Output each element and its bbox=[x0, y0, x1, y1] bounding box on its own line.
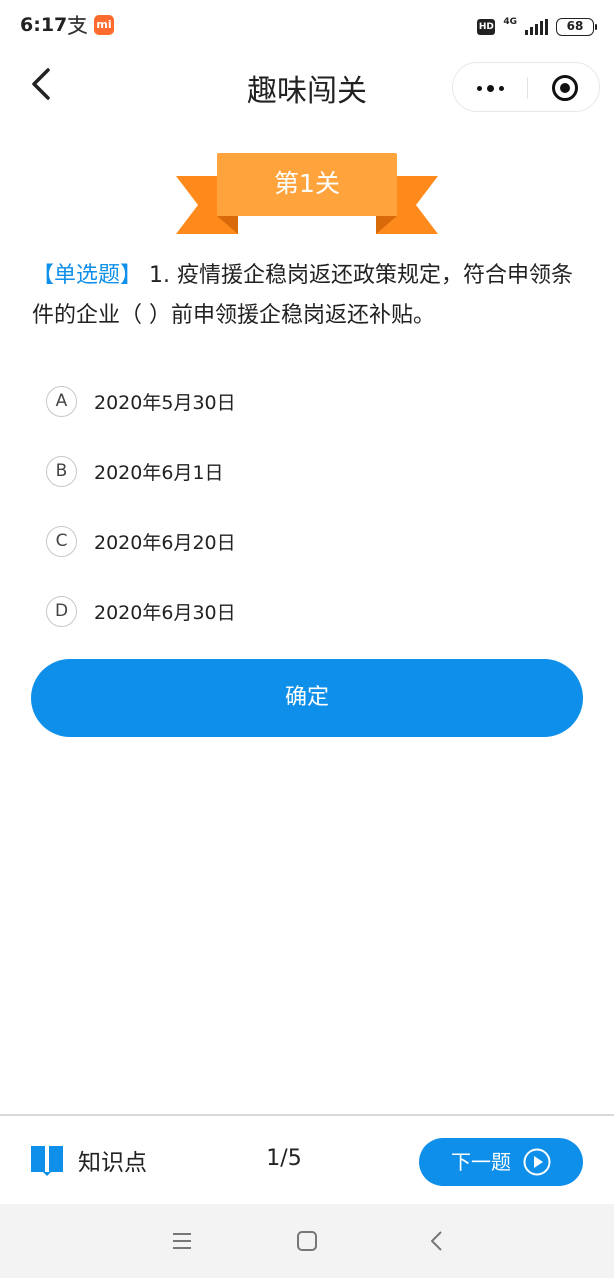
option-text: 2020年6月1日 bbox=[94, 461, 224, 484]
next-label: 下一题 bbox=[451, 1150, 511, 1174]
option-letter: B bbox=[46, 455, 77, 487]
nav-bar: 趣味闯关 bbox=[0, 56, 614, 120]
level-label: 第1关 bbox=[274, 169, 340, 198]
mi-app-icon: mi bbox=[94, 15, 114, 35]
mini-program-capsule bbox=[452, 62, 600, 112]
more-button[interactable] bbox=[453, 63, 527, 113]
options-list: A 2020年5月30日 B 2020年6月1日 C 2020年6月20日 D … bbox=[46, 366, 566, 646]
level-ribbon: 第1关 bbox=[176, 152, 438, 234]
status-indicators: HD 4G 68 bbox=[477, 16, 597, 38]
option-text: 2020年6月30日 bbox=[94, 601, 236, 624]
square-icon[interactable] bbox=[294, 1228, 320, 1254]
status-bar: 6:17 mi HD 4G 68 bbox=[0, 0, 614, 56]
battery-icon: 68 bbox=[556, 18, 597, 36]
confirm-button[interactable]: 确定 bbox=[31, 659, 583, 737]
alipay-icon bbox=[68, 15, 87, 35]
question-type-label: 【单选题】 bbox=[32, 263, 143, 288]
question-progress: 1/5 bbox=[266, 1146, 302, 1171]
option-text: 2020年6月20日 bbox=[94, 531, 236, 554]
knowledge-label: 知识点 bbox=[78, 1150, 147, 1176]
knowledge-button[interactable]: 知识点 bbox=[30, 1142, 147, 1178]
status-time: 6:17 bbox=[20, 14, 68, 36]
play-circle-icon bbox=[523, 1148, 551, 1176]
book-icon bbox=[31, 1146, 63, 1176]
option-d[interactable]: D 2020年6月30日 bbox=[46, 576, 566, 646]
menu-icon[interactable] bbox=[169, 1228, 195, 1254]
option-letter: D bbox=[46, 595, 77, 627]
close-button[interactable] bbox=[528, 63, 601, 113]
option-text: 2020年5月30日 bbox=[94, 391, 236, 414]
option-a[interactable]: A 2020年5月30日 bbox=[46, 366, 566, 436]
option-letter: C bbox=[46, 525, 77, 557]
network-label: 4G bbox=[503, 16, 517, 27]
option-letter: A bbox=[46, 385, 77, 417]
option-b[interactable]: B 2020年6月1日 bbox=[46, 436, 566, 506]
hd-badge: HD bbox=[477, 19, 496, 35]
question-text: 【单选题】 1. 疫情援企稳岗返还政策规定，符合申领条件的企业（ ）前申领援企稳… bbox=[32, 256, 588, 336]
system-nav-bar bbox=[0, 1204, 614, 1278]
next-question-button[interactable]: 下一题 bbox=[419, 1138, 583, 1186]
bottom-bar: 知识点 1/5 下一题 bbox=[0, 1114, 614, 1204]
option-c[interactable]: C 2020年6月20日 bbox=[46, 506, 566, 576]
chevron-left-icon[interactable] bbox=[424, 1228, 450, 1254]
signal-icon bbox=[525, 19, 548, 35]
